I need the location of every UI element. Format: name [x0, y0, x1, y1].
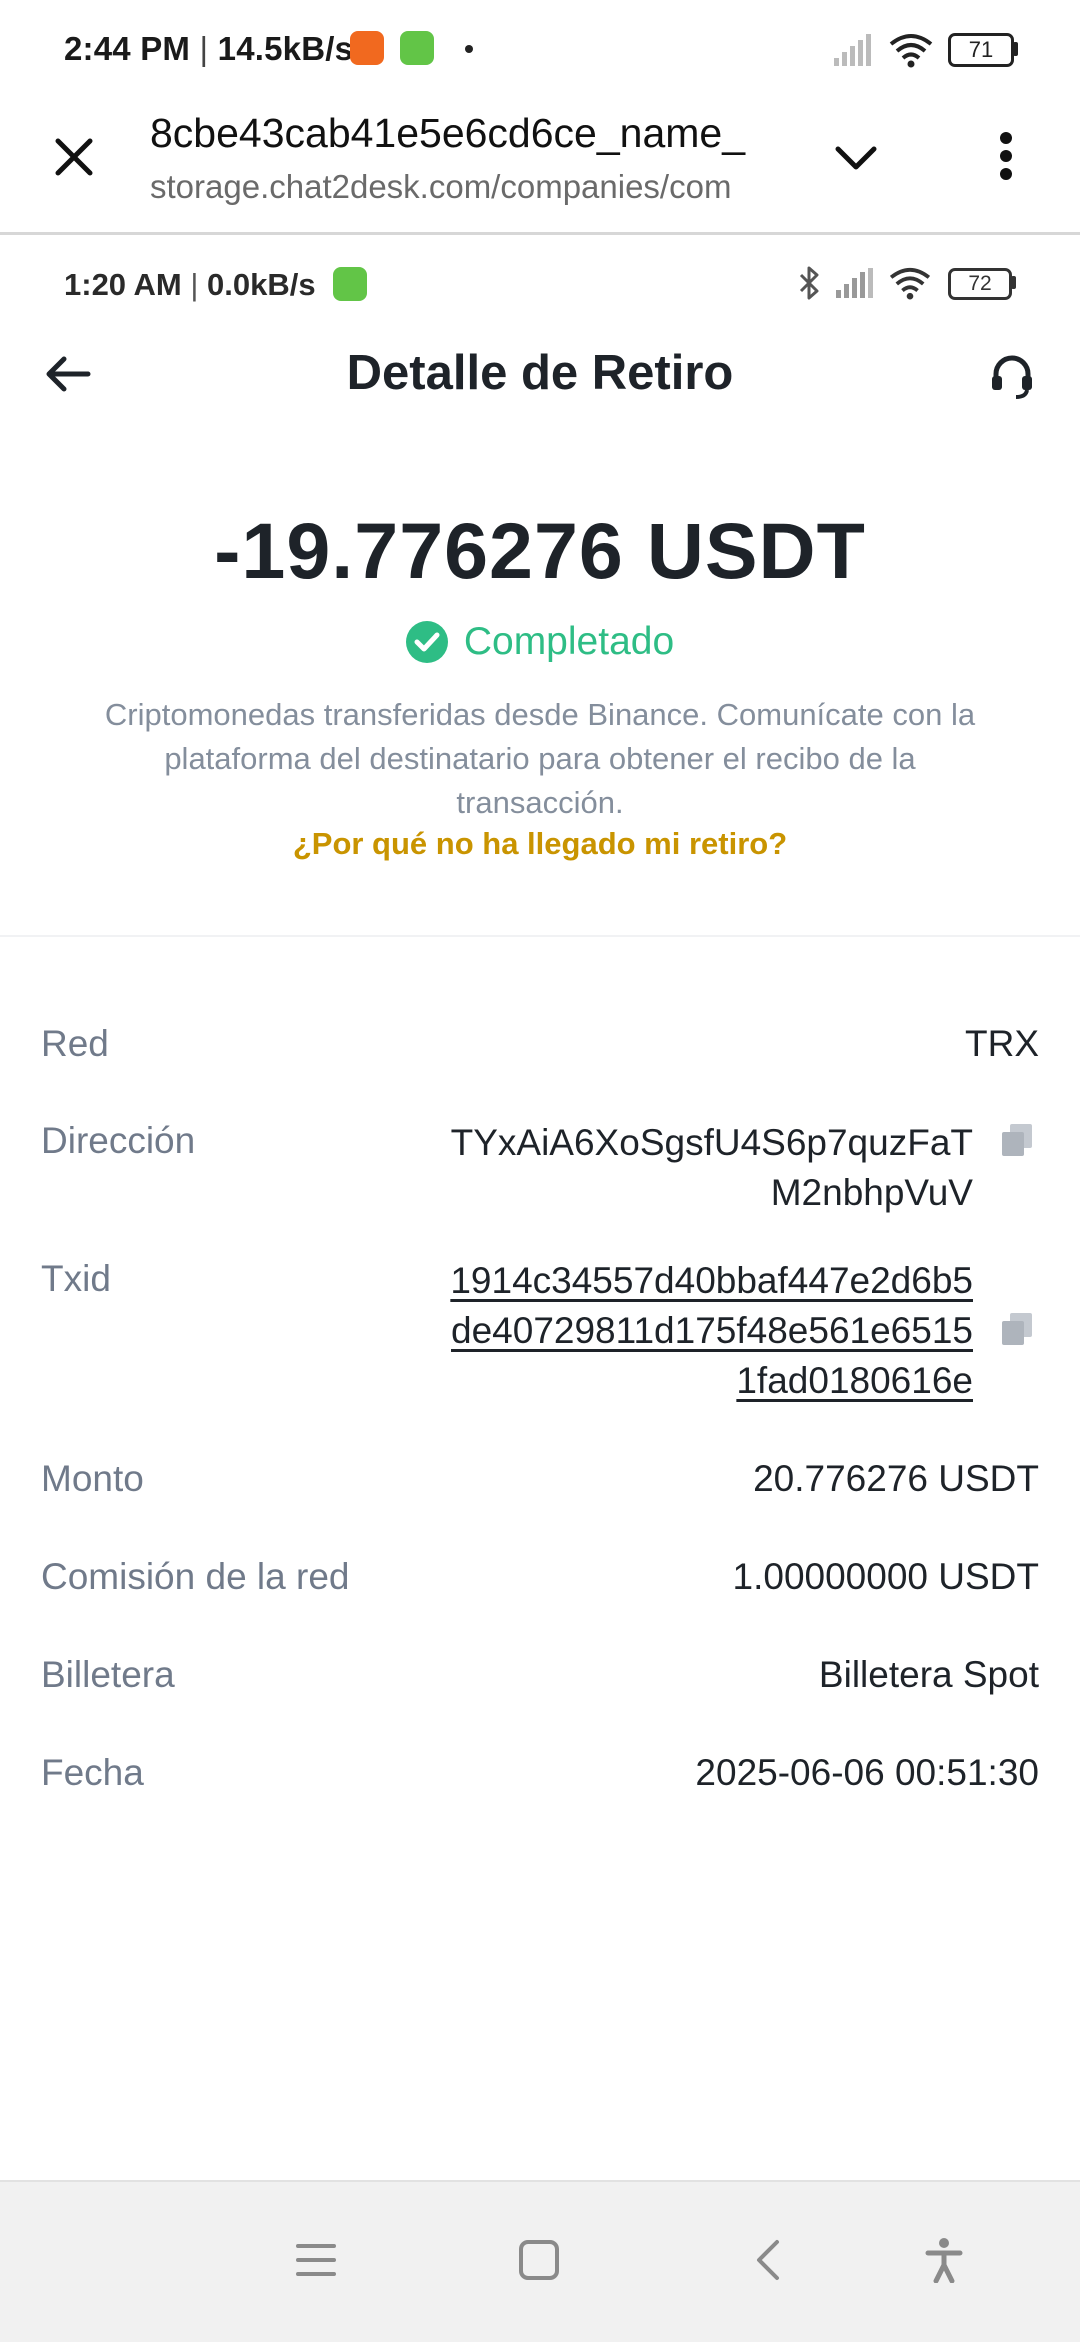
chevron-back-icon[interactable]	[738, 2230, 798, 2290]
page-heading: Detalle de Retiro	[346, 346, 734, 400]
copy-icon[interactable]	[1000, 1122, 1034, 1158]
copy-icon[interactable]	[1000, 1311, 1034, 1347]
network-label: Red	[41, 1023, 109, 1064]
bluetooth-icon	[799, 266, 819, 300]
notification-android-icon	[333, 267, 367, 301]
network-value: TRX	[965, 1023, 1039, 1064]
status-text: Completado	[463, 620, 675, 663]
fee-value: 1.00000000 USDT	[732, 1556, 1039, 1597]
notification-app-icon	[350, 31, 384, 65]
headset-icon[interactable]	[988, 352, 1036, 400]
battery-icon: 71	[948, 33, 1014, 67]
signal-icon	[836, 268, 873, 298]
notification-dot-icon	[465, 45, 473, 53]
address-line: M2nbhpVuV	[770, 1172, 973, 1213]
txid-line: de40729811d175f48e561e6515	[451, 1310, 973, 1351]
chevron-down-icon[interactable]	[834, 143, 878, 173]
battery-tip	[1013, 42, 1018, 56]
more-vert-icon[interactable]	[998, 130, 1014, 182]
wallet-label: Billetera	[41, 1654, 175, 1695]
txid-line: 1914c34557d40bbaf447e2d6b5	[450, 1260, 973, 1301]
wifi-icon	[889, 267, 931, 300]
wifi-icon	[889, 34, 933, 68]
address-value[interactable]: TYxAiA6XoSgsfU4S6p7quzFaT M2nbhpVuV	[451, 1118, 973, 1218]
outer-status-bar: 2:44 PM | 14.5kB/s 71	[0, 0, 1080, 96]
square-home-icon[interactable]	[509, 2230, 569, 2290]
withdrawal-amount: -19.776276 USDT	[214, 506, 866, 595]
txid-line: 1fad0180616e	[736, 1360, 973, 1401]
inner-status-time: 1:20 AM | 0.0kB/s	[64, 267, 316, 302]
wallet-value: Billetera Spot	[818, 1654, 1039, 1695]
accessibility-icon[interactable]	[914, 2230, 974, 2290]
date-value: 2025-06-06 00:51:30	[695, 1752, 1039, 1793]
txid-label: Txid	[41, 1258, 111, 1299]
date-label: Fecha	[41, 1752, 144, 1793]
signal-icon	[834, 34, 871, 66]
battery-icon: 72	[948, 268, 1012, 300]
address-label: Dirección	[41, 1120, 196, 1161]
page-title: 8cbe43cab41e5e6cd6ce_name_	[150, 110, 746, 156]
address-line: TYxAiA6XoSgsfU4S6p7quzFaT	[450, 1122, 973, 1163]
section-divider	[0, 935, 1080, 937]
outer-status-time: 2:44 PM | 14.5kB/s	[64, 30, 354, 67]
amount-label: Monto	[41, 1458, 144, 1499]
close-icon[interactable]	[54, 137, 94, 177]
notification-android-icon	[400, 31, 434, 65]
battery-tip	[1011, 276, 1016, 289]
menu-lines-icon[interactable]	[286, 2230, 346, 2290]
status-row: Completado	[0, 620, 1080, 664]
check-circle-icon	[405, 621, 448, 663]
amount-value: 20.776276 USDT	[753, 1458, 1039, 1499]
description-text: Criptomonedas transferidas desde Binance…	[104, 697, 976, 820]
page-url: storage.chat2desk.com/companies/com	[150, 168, 732, 205]
txid-value[interactable]: 1914c34557d40bbaf447e2d6b5 de40729811d17…	[450, 1256, 973, 1406]
fee-label: Comisión de la red	[41, 1556, 350, 1597]
why-not-arrived-link[interactable]: ¿Por qué no ha llegado mi retiro?	[0, 826, 1080, 862]
